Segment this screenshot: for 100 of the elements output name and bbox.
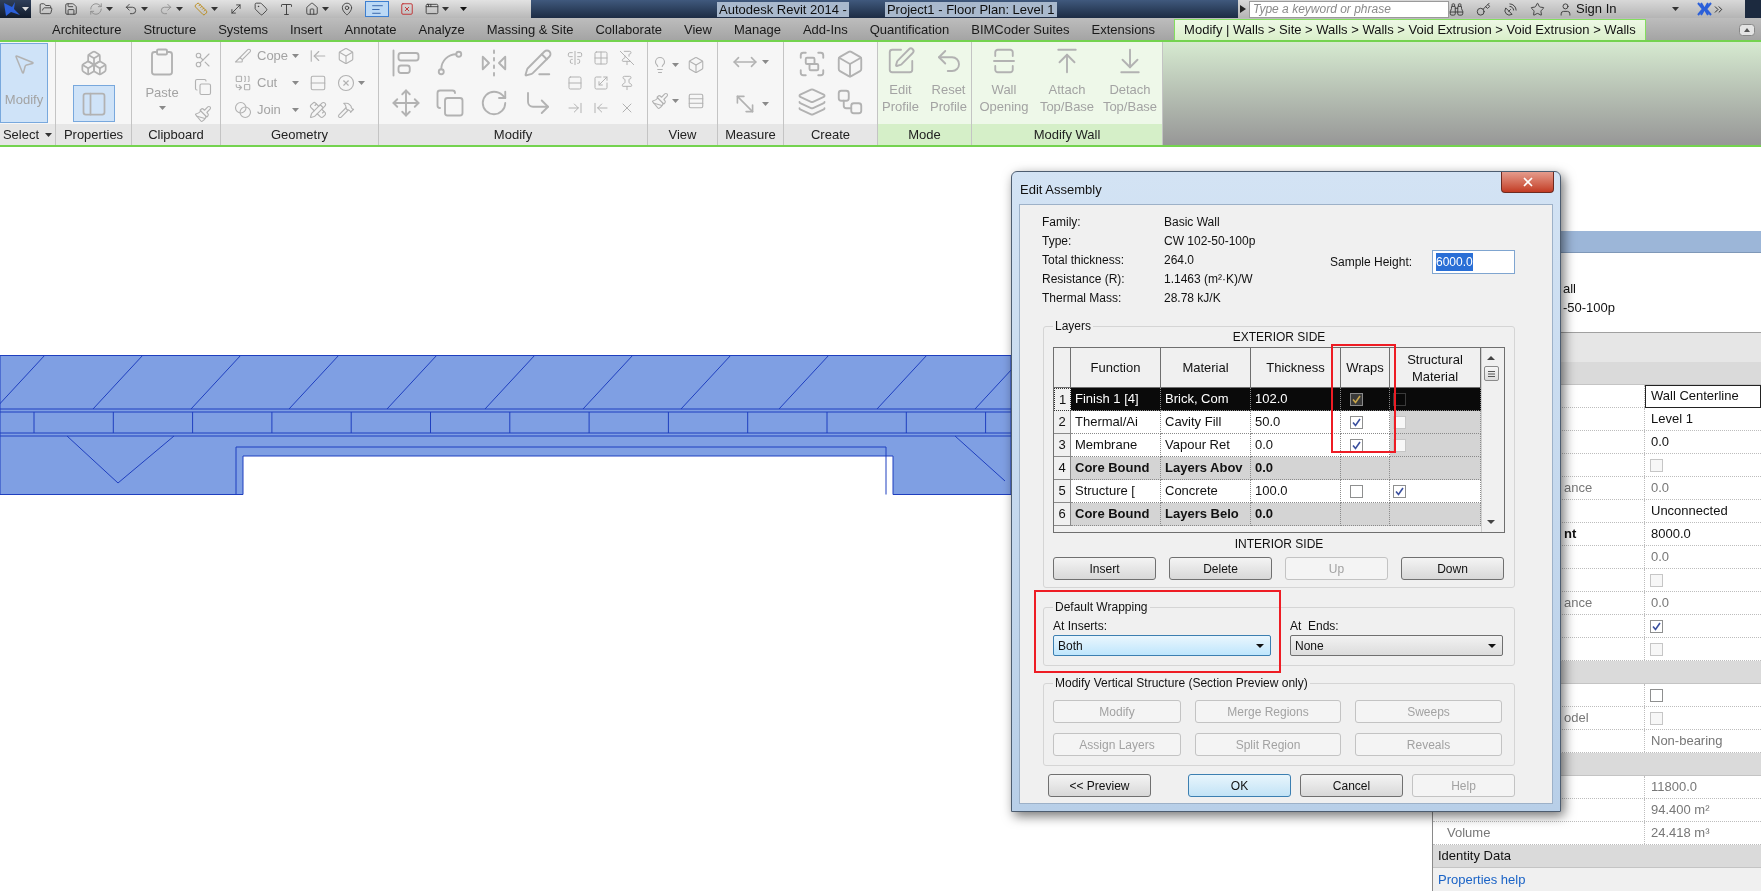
table-cell: 100.0: [1251, 480, 1341, 503]
insert-button[interactable]: Insert: [1053, 557, 1156, 580]
hammer-icon[interactable]: [337, 101, 355, 119]
layers-icon[interactable]: [796, 87, 827, 117]
thin-lines-button[interactable]: [365, 1, 389, 17]
checkbox[interactable]: [1393, 484, 1406, 498]
inserts-dropdown[interactable]: Both: [1053, 635, 1271, 656]
mirror-icon[interactable]: [479, 48, 509, 78]
box-icon[interactable]: [686, 56, 705, 74]
table-row[interactable]: 1 Finish 1 [4] Brick, Com 102.0: [1054, 388, 1481, 411]
checkbox[interactable]: [1650, 688, 1663, 702]
map-pin-icon[interactable]: [340, 2, 354, 16]
star-icon[interactable]: [1530, 1, 1545, 17]
scissors-icon[interactable]: [194, 51, 212, 69]
pin-off-icon[interactable]: [619, 50, 635, 66]
checkbox[interactable]: [1650, 619, 1663, 633]
align-center-icon[interactable]: [567, 50, 583, 66]
close-button[interactable]: [1501, 172, 1554, 193]
paintbrush-icon[interactable]: [194, 105, 212, 123]
align-icon[interactable]: [391, 48, 421, 78]
ends-dropdown[interactable]: None: [1290, 635, 1503, 656]
ribbon-tab[interactable]: Manage: [722, 19, 792, 40]
checkbox[interactable]: [1350, 415, 1363, 429]
ribbon-tab[interactable]: View: [673, 19, 723, 40]
rotate-icon[interactable]: [479, 88, 509, 118]
ribbon-tab[interactable]: Insert: [278, 19, 334, 40]
arrow-to-line-icon[interactable]: [593, 100, 609, 116]
paintbrush-icon[interactable]: [650, 92, 669, 110]
sync-icon[interactable]: [89, 2, 103, 16]
ribbon-tab[interactable]: Modify | Walls > Site > Walls > Walls > Void Extrusion > Void Extrusion > Walls: [1174, 19, 1646, 40]
scroll-down-arrow-icon[interactable]: [1487, 520, 1495, 524]
key-icon[interactable]: [1476, 1, 1491, 17]
scale-icon[interactable]: [593, 75, 609, 91]
copy-icon[interactable]: [435, 88, 465, 118]
grid-icon[interactable]: [593, 50, 609, 66]
ribbon-tab[interactable]: Architecture: [41, 19, 133, 40]
scroll-up-arrow-icon[interactable]: [1487, 356, 1495, 360]
caret-icon: [292, 54, 299, 58]
ribbon-tab[interactable]: Analyze: [407, 19, 476, 40]
checkbox[interactable]: [1350, 438, 1363, 452]
x-logo-icon[interactable]: [1697, 2, 1713, 16]
rows-icon[interactable]: [567, 75, 583, 91]
rows-icon[interactable]: [686, 92, 705, 110]
ribbon-tab[interactable]: Extensions: [1080, 19, 1167, 40]
cancel-button[interactable]: Cancel: [1300, 774, 1403, 797]
sign-in-button[interactable]: Sign In: [1558, 0, 1680, 19]
ribbon-tab[interactable]: Structure: [132, 19, 208, 40]
ruler-icon[interactable]: [194, 2, 208, 16]
copy-icon[interactable]: [194, 78, 212, 96]
preview-button[interactable]: << Preview: [1048, 774, 1151, 797]
ribbon-tab[interactable]: Massing & Site: [475, 19, 585, 40]
table-row[interactable]: 6 Core Bound Layers Belo 0.0: [1054, 503, 1481, 526]
window-icon[interactable]: [425, 2, 439, 16]
curve-icon[interactable]: [435, 48, 465, 78]
ok-button[interactable]: OK: [1188, 774, 1291, 797]
panel-title: View: [668, 125, 697, 144]
diagonal-arrow-icon[interactable]: [229, 2, 243, 16]
delete-button[interactable]: Delete: [1169, 557, 1272, 580]
table-row[interactable]: 2 Thermal/Ai Cavity Fill 50.0: [1054, 411, 1481, 434]
table-row[interactable]: 5 Structure [ Concrete 100.0: [1054, 480, 1481, 503]
tag-icon[interactable]: [254, 2, 268, 16]
box-icon[interactable]: [337, 47, 355, 65]
redo-icon[interactable]: [159, 2, 173, 16]
text-icon[interactable]: [279, 1, 294, 17]
table-row[interactable]: 3 Membrane Vapour Ret 0.0: [1054, 434, 1481, 457]
circle-x-icon[interactable]: [337, 74, 355, 92]
pushpin-icon[interactable]: [619, 75, 635, 91]
arrow-to-line-icon[interactable]: [309, 47, 327, 65]
move-arrows-icon[interactable]: [391, 88, 421, 118]
scrollbar-thumb[interactable]: [1483, 366, 1499, 381]
sample-height-field[interactable]: 6000.0: [1432, 250, 1515, 274]
binoculars-icon[interactable]: [1449, 1, 1464, 17]
arrow-to-line-icon[interactable]: [567, 100, 583, 116]
house-icon[interactable]: [305, 2, 319, 16]
properties-help-link[interactable]: Properties help: [1438, 869, 1526, 890]
ribbon-tab[interactable]: Collaborate: [584, 19, 673, 40]
save-icon[interactable]: [64, 2, 78, 16]
app-menu-button[interactable]: [0, 0, 31, 18]
satellite-dish-icon[interactable]: [1503, 1, 1518, 17]
undo-icon[interactable]: [124, 2, 138, 16]
square-x-icon[interactable]: [400, 2, 414, 16]
property-label: ance: [1564, 479, 1593, 498]
search-field[interactable]: Type a keyword or phrase: [1249, 0, 1449, 18]
checkbox[interactable]: [1350, 484, 1363, 498]
ribbon-tab[interactable]: Quantification: [858, 19, 961, 40]
play-icon[interactable]: [1240, 5, 1246, 13]
properties-palette-button[interactable]: [72, 85, 115, 122]
rows-icon[interactable]: [309, 74, 327, 92]
ribbon-tab[interactable]: Add-Ins: [791, 19, 859, 40]
ribbon-tab[interactable]: BIMCoder Suites: [960, 19, 1081, 40]
pencil-line-icon[interactable]: [523, 48, 553, 78]
table-row[interactable]: 4 Core Bound Layers Abov 0.0: [1054, 457, 1481, 480]
down-button[interactable]: Down: [1401, 557, 1504, 580]
property-field[interactable]: Wall Centerline: [1645, 384, 1761, 408]
ribbon-tab[interactable]: Annotate: [333, 19, 408, 40]
checkbox[interactable]: [1350, 392, 1363, 406]
pencil-ruler-icon[interactable]: [309, 101, 327, 119]
caret-up-icon[interactable]: [1739, 24, 1755, 36]
folder-icon[interactable]: [39, 2, 53, 16]
ribbon-tab[interactable]: Systems: [207, 19, 279, 40]
